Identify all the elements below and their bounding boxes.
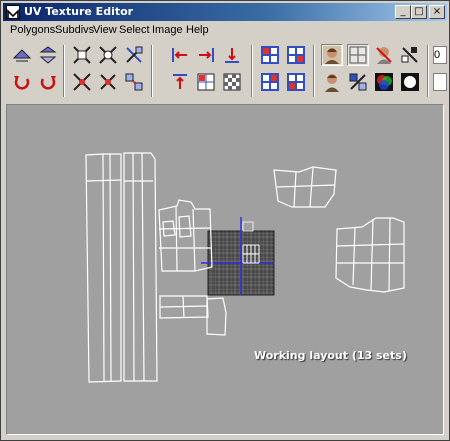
merge-uvs-button[interactable] (71, 71, 93, 93)
dim-image-button[interactable] (321, 71, 343, 93)
checker-button[interactable] (221, 71, 243, 93)
move-and-sew-button[interactable] (97, 71, 119, 93)
minimize-icon: _ (400, 6, 406, 17)
flip-uv-horizontal-button[interactable] (11, 44, 33, 66)
toolbar-separator (63, 45, 65, 97)
layout-caption: Working layout (13 sets) (254, 349, 407, 362)
maximize-button[interactable]: □ (411, 5, 427, 19)
align-left-icon (172, 48, 187, 62)
pixel-snap-button[interactable] (399, 44, 421, 66)
layout-uvs-button[interactable] (123, 71, 145, 93)
align-bottom-button[interactable] (169, 71, 191, 93)
menu-bar: Polygons Subdivs View Select Image Help (3, 22, 447, 40)
show-unfiltered-button[interactable] (373, 44, 395, 66)
grid-view-icon (349, 46, 367, 64)
rotate-uv-ccw-button[interactable] (11, 71, 33, 93)
align-top-icon (225, 48, 239, 63)
layout-uvs-icon (125, 73, 143, 91)
dim-image-icon (325, 74, 339, 92)
display-image-button[interactable] (321, 44, 343, 66)
toolbar-separator (251, 45, 253, 97)
align-bottom-icon (173, 74, 187, 89)
rotate-uv-cw-button[interactable] (37, 71, 59, 93)
cut-uv-edges-button[interactable] (71, 44, 93, 66)
maya-icon (6, 5, 20, 19)
frame-all-button[interactable] (259, 71, 281, 93)
checker-icon (223, 73, 241, 91)
maximize-icon: □ (414, 6, 424, 17)
truncated-field[interactable] (433, 73, 447, 91)
close-icon: × (432, 6, 442, 17)
move-and-sew-icon (100, 74, 116, 90)
uv-shell-small (242, 221, 254, 232)
uv-shell-top-right (273, 166, 337, 208)
rotate-uv-cw-icon (40, 76, 56, 90)
align-left-button[interactable] (169, 44, 191, 66)
rgb-channels-icon (375, 73, 393, 91)
uv-shell-lower-left (159, 295, 227, 336)
rgb-channels-button[interactable] (373, 71, 395, 93)
merge-uvs-icon (73, 73, 91, 91)
align-top-button[interactable] (221, 44, 243, 66)
sew-uv-edges-icon (99, 46, 117, 64)
flip-uv-horizontal-icon (12, 49, 32, 62)
snap-to-grid-button[interactable] (195, 71, 217, 93)
menu-image[interactable]: Image (152, 24, 183, 36)
uv-shell-right (335, 217, 405, 293)
shade-uvs-button[interactable] (347, 71, 369, 93)
split-uvs-icon (126, 46, 143, 63)
frame-selection-icon (287, 46, 305, 64)
menu-select[interactable]: Select (119, 24, 150, 36)
flip-uv-vertical-button[interactable] (37, 44, 59, 66)
alpha-channel-button[interactable] (399, 71, 421, 93)
minimize-button[interactable]: _ (395, 5, 411, 19)
window-title: UV Texture Editor (24, 5, 134, 18)
menu-polygons[interactable]: Polygons (10, 24, 55, 36)
menu-view[interactable]: View (93, 24, 117, 36)
truncated-value-field[interactable]: 0 (433, 46, 447, 64)
frame-all-icon (261, 73, 279, 91)
display-image-icon (323, 46, 341, 64)
rotate-uv-ccw-icon (14, 76, 30, 90)
uv-layout-canvas[interactable] (7, 105, 443, 434)
snap-to-grid-icon (197, 73, 215, 91)
menu-subdivs[interactable]: Subdivs (55, 24, 94, 36)
isolate-icon (287, 73, 305, 91)
show-unfiltered-icon (376, 47, 392, 64)
grid-toggle-icon (261, 46, 279, 64)
align-right-icon (199, 48, 214, 62)
grid-toggle-button[interactable] (259, 44, 281, 66)
pixel-snap-icon (401, 47, 418, 63)
grid-view-button[interactable] (347, 44, 369, 66)
uv-shell-long-strips (85, 152, 158, 383)
uv-shell-left-cluster (158, 199, 213, 272)
toolbar-separator (151, 45, 153, 97)
cut-uv-edges-icon (73, 46, 91, 64)
isolate-button[interactable] (285, 71, 307, 93)
split-uvs-button[interactable] (123, 44, 145, 66)
title-bar[interactable]: UV Texture Editor _ □ × (3, 3, 447, 21)
alpha-channel-icon (401, 73, 419, 91)
toolbar-separator (427, 45, 429, 97)
close-button[interactable]: × (429, 5, 445, 19)
uv-texture-editor-window: UV Texture Editor _ □ × Polygons Subdivs… (0, 0, 450, 441)
toolbar-separator (313, 45, 315, 97)
sew-uv-edges-button[interactable] (97, 44, 119, 66)
toolbar: 0 (3, 41, 447, 99)
uv-viewport[interactable]: Working layout (13 sets) (6, 104, 444, 435)
menu-help[interactable]: Help (186, 24, 209, 36)
flip-uv-vertical-icon (39, 46, 57, 64)
align-right-button[interactable] (195, 44, 217, 66)
frame-selection-button[interactable] (285, 44, 307, 66)
shade-uvs-icon (349, 73, 367, 91)
